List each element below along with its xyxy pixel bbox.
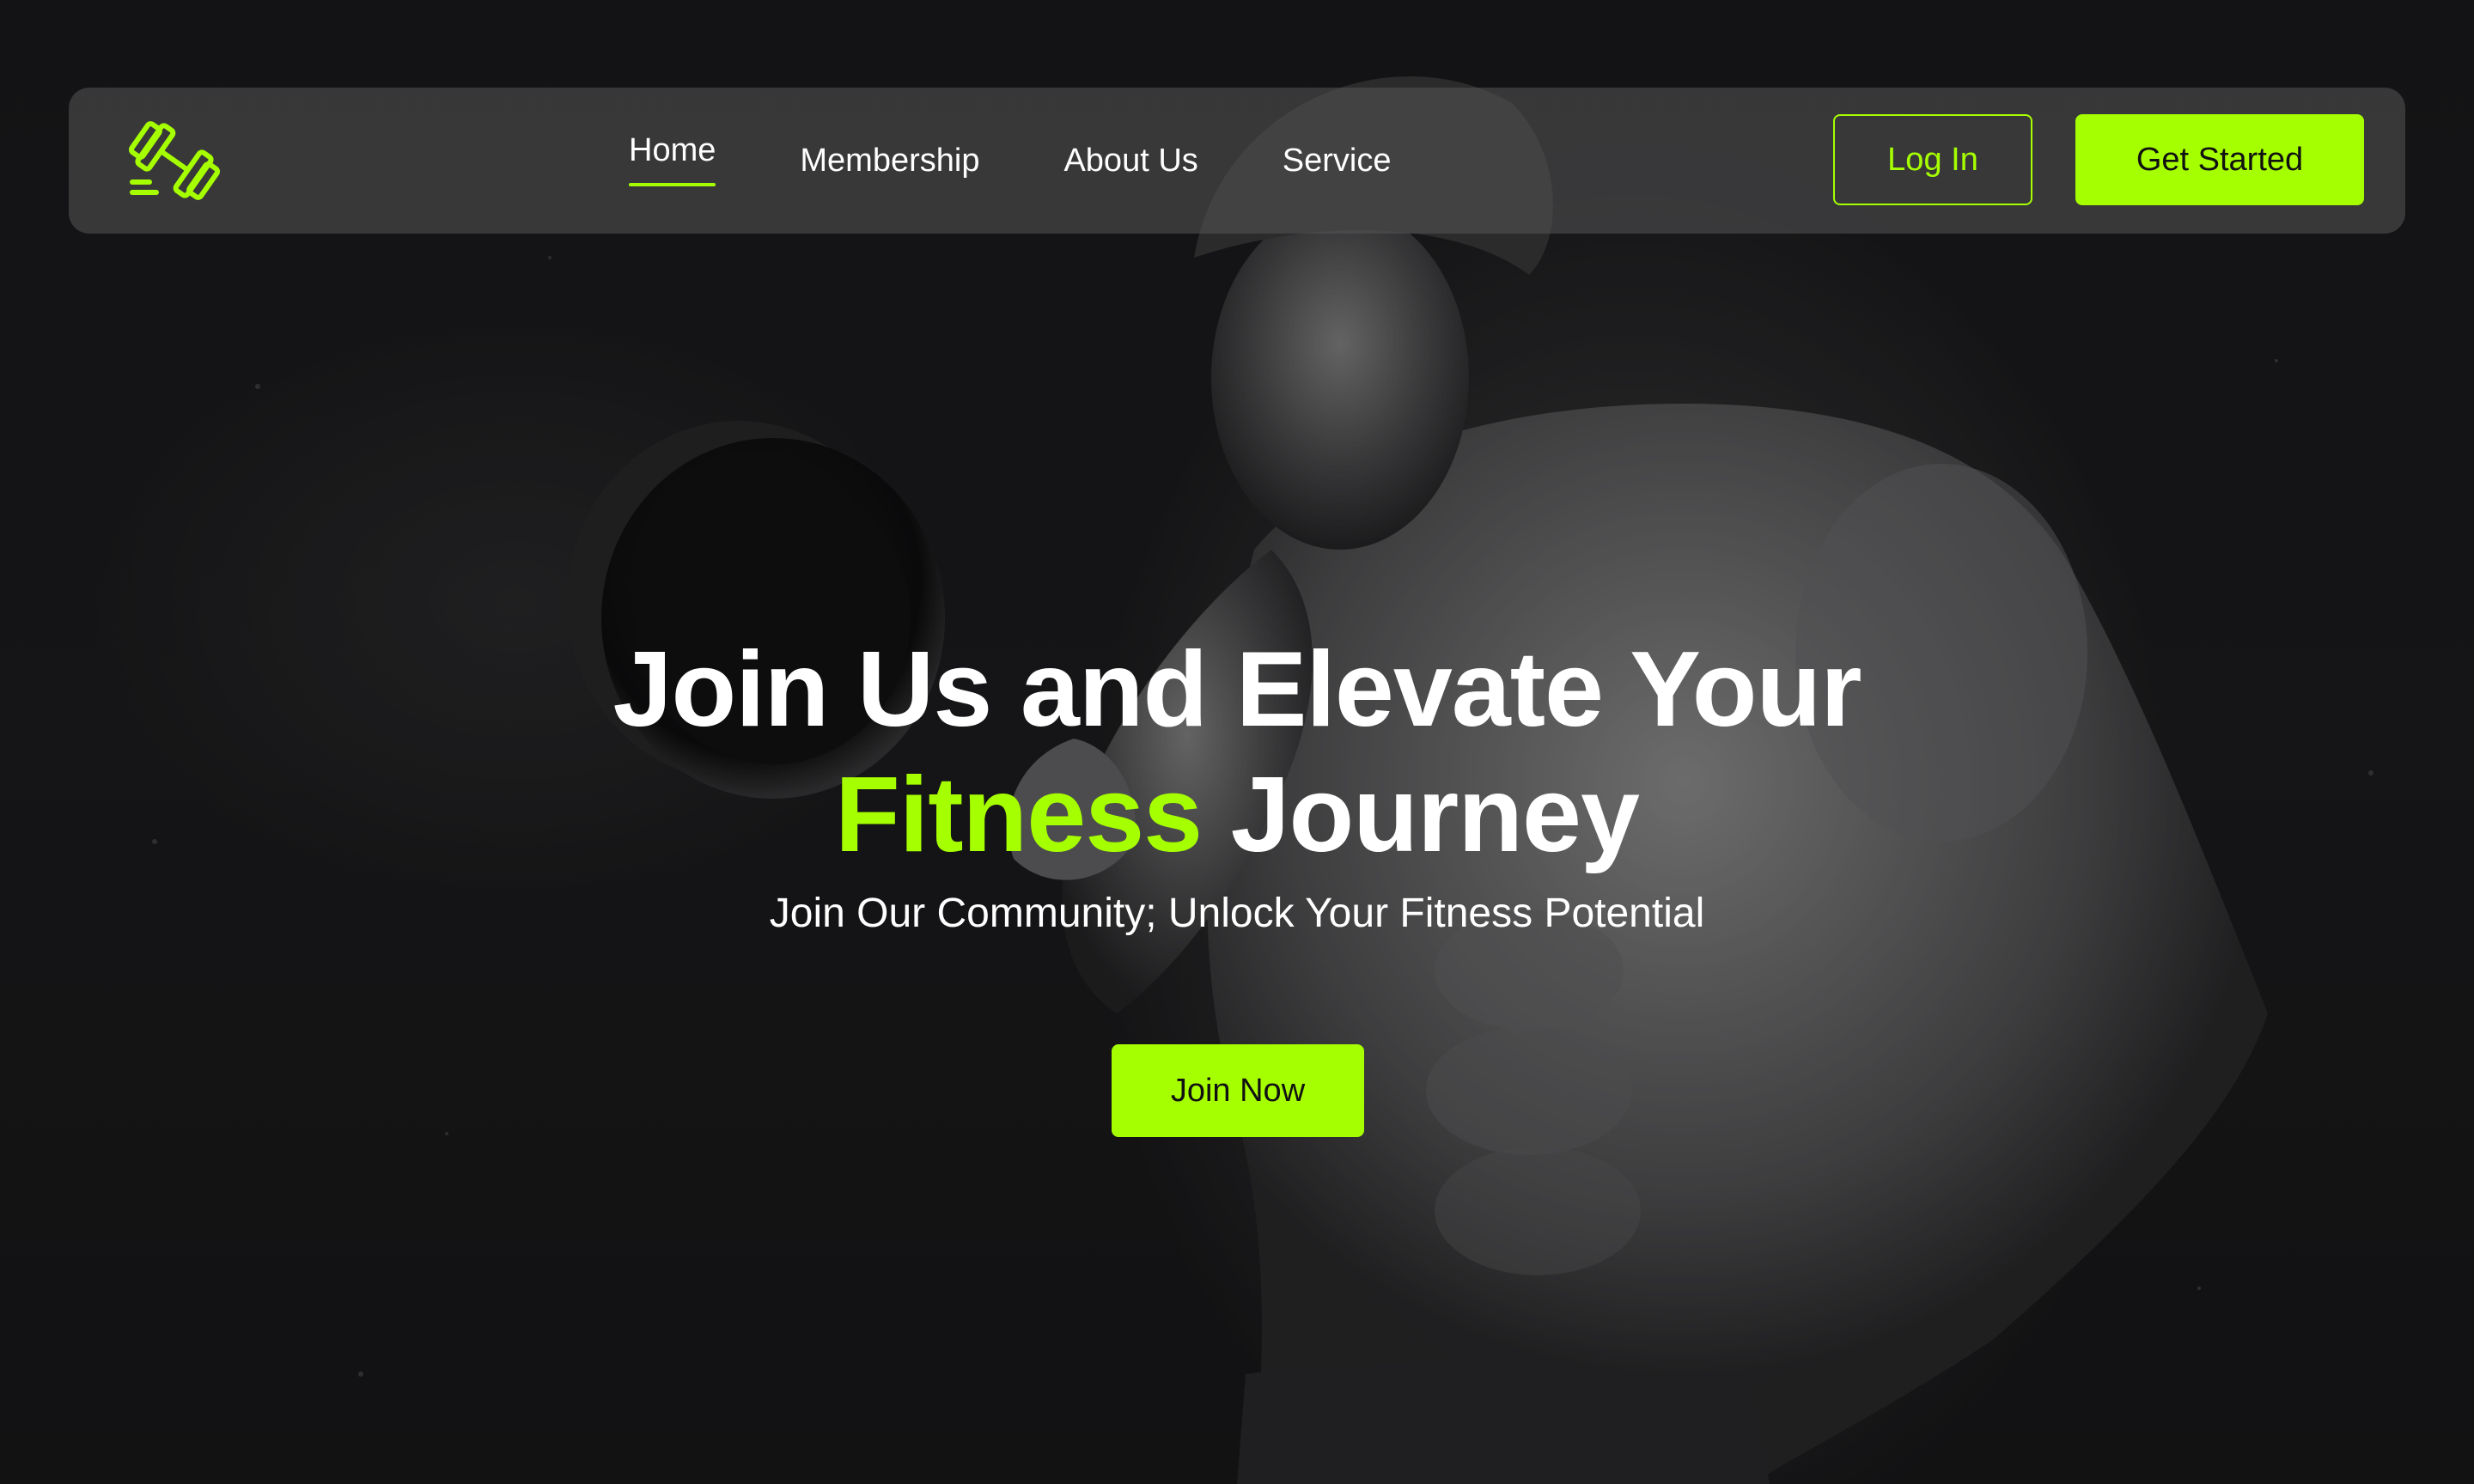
nav-links: Home Membership About Us Service xyxy=(629,88,1475,234)
nav-item-home[interactable]: Home xyxy=(629,132,716,186)
nav-item-service[interactable]: Service xyxy=(1283,143,1392,179)
get-started-button[interactable]: Get Started xyxy=(2075,114,2364,205)
hero-title-rest: Journey xyxy=(1230,756,1640,874)
hero-title: Join Us and Elevate Your Fitness Journey xyxy=(0,627,2474,878)
hero-subtitle: Join Our Community; Unlock Your Fitness … xyxy=(769,891,1705,936)
login-button[interactable]: Log In xyxy=(1833,114,2032,205)
dumbbell-icon[interactable] xyxy=(127,113,222,208)
navbar: Home Membership About Us Service Log In … xyxy=(69,88,2405,234)
join-now-button[interactable]: Join Now xyxy=(1112,1044,1364,1137)
nav-item-about-us[interactable]: About Us xyxy=(1063,143,1197,179)
hero-title-accent: Fitness xyxy=(835,756,1203,874)
hero-title-line1: Join Us and Elevate Your xyxy=(612,630,1862,749)
nav-item-membership[interactable]: Membership xyxy=(800,143,979,179)
landing-page: Home Membership About Us Service Log In … xyxy=(0,0,2474,1484)
